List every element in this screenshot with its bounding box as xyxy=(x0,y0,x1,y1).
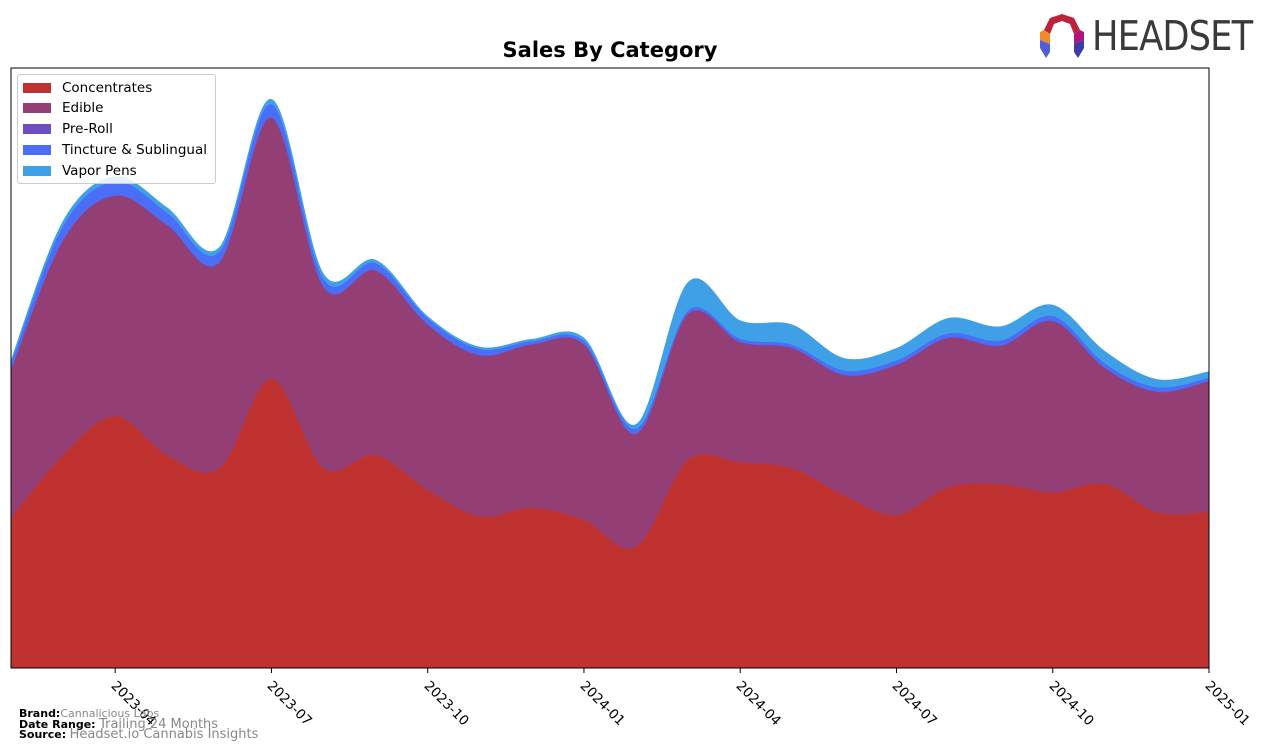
legend-swatch xyxy=(23,124,51,134)
legend-label: Edible xyxy=(62,100,104,116)
area-layers xyxy=(10,98,1210,669)
legend-swatch xyxy=(23,83,51,93)
source-value: Headset.io Cannabis Insights xyxy=(69,727,259,742)
footer-source: Source: Headset.io Cannabis Insights xyxy=(19,727,259,742)
legend-label: Tincture & Sublingual xyxy=(62,142,207,158)
legend-swatch xyxy=(23,145,51,155)
legend-label: Pre-Roll xyxy=(62,121,113,137)
chart-footer: Brand:Cannalicious Labs Date Range: Trai… xyxy=(19,708,259,742)
legend-item-edible: Edible xyxy=(23,98,103,118)
legend-swatch xyxy=(23,166,51,176)
x-ticks xyxy=(114,668,1210,673)
legend-item-pre-roll: Pre-Roll xyxy=(23,119,113,139)
logo-text: HEADSET xyxy=(1092,12,1253,60)
chart-legend: Concentrates Edible Pre-Roll Tincture & … xyxy=(17,74,216,184)
legend-label: Concentrates xyxy=(62,80,153,96)
legend-item-vapor-pens: Vapor Pens xyxy=(23,161,137,181)
legend-swatch xyxy=(23,103,51,113)
legend-item-concentrates: Concentrates xyxy=(23,78,152,98)
legend-item-tincture-sublingual: Tincture & Sublingual xyxy=(23,140,207,160)
legend-label: Vapor Pens xyxy=(62,163,137,179)
source-label: Source: xyxy=(19,728,67,741)
